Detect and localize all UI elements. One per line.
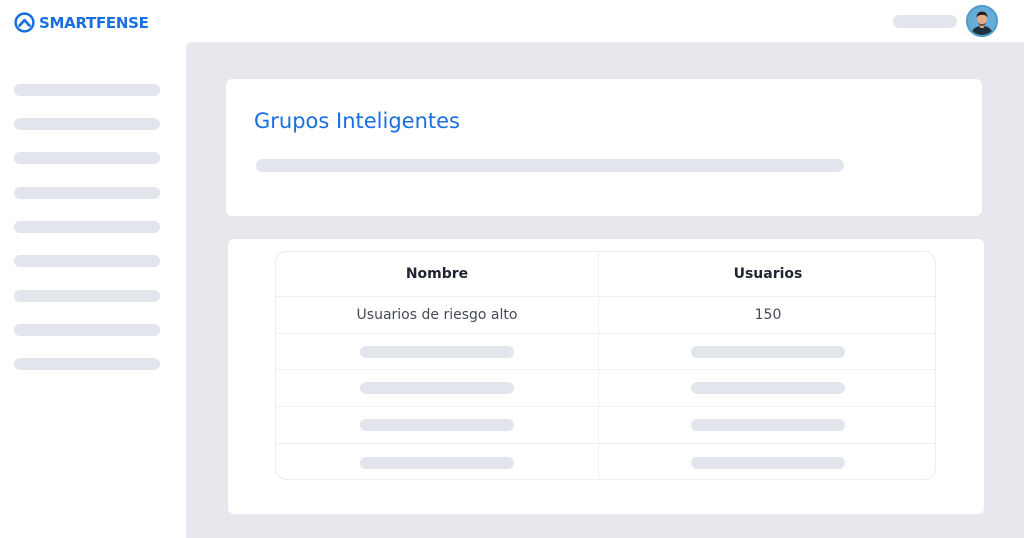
cell-placeholder <box>691 345 845 358</box>
group-name-cell[interactable]: Usuarios de riesgo alto <box>357 307 518 323</box>
sidebar-item-placeholder[interactable] <box>14 187 160 199</box>
cell-placeholder <box>360 382 514 394</box>
sidebar <box>0 42 186 538</box>
cell-placeholder <box>691 382 845 394</box>
table-row[interactable]: Usuarios de riesgo alto 150 <box>276 297 935 334</box>
title-card: Grupos Inteligentes <box>226 79 982 216</box>
description-placeholder <box>256 159 844 172</box>
sidebar-item-placeholder[interactable] <box>14 358 160 370</box>
table-row-placeholder <box>276 370 935 407</box>
brand-logo[interactable]: SMARTFENSE <box>14 12 149 33</box>
page-title: Grupos Inteligentes <box>254 109 460 133</box>
groups-table: Nombre Usuarios Usuarios de riesgo alto … <box>275 251 936 480</box>
sidebar-item-placeholder[interactable] <box>14 324 160 336</box>
sidebar-item-placeholder[interactable] <box>14 221 160 233</box>
cell-placeholder <box>360 456 514 469</box>
user-name-placeholder[interactable] <box>893 15 957 28</box>
column-header-nombre[interactable]: Nombre <box>406 266 468 282</box>
smartfense-logo-icon <box>14 12 35 33</box>
top-bar: SMARTFENSE <box>0 0 1024 42</box>
user-avatar[interactable] <box>966 5 998 37</box>
table-row-placeholder <box>276 444 935 479</box>
column-header-usuarios[interactable]: Usuarios <box>734 266 803 282</box>
cell-placeholder <box>360 419 514 431</box>
cell-placeholder <box>360 345 514 358</box>
cell-placeholder <box>691 456 845 469</box>
table-row-placeholder <box>276 407 935 444</box>
group-users-cell: 150 <box>754 307 782 323</box>
sidebar-item-placeholder[interactable] <box>14 255 160 267</box>
brand-name: SMARTFENSE <box>39 13 149 32</box>
avatar-icon <box>968 7 996 35</box>
table-header-row: Nombre Usuarios <box>276 252 935 297</box>
table-row-placeholder <box>276 334 935 370</box>
sidebar-item-placeholder[interactable] <box>14 152 160 164</box>
sidebar-item-placeholder[interactable] <box>14 290 160 302</box>
table-card: Nombre Usuarios Usuarios de riesgo alto … <box>228 239 984 514</box>
cell-placeholder <box>691 419 845 431</box>
sidebar-item-placeholder[interactable] <box>14 118 160 130</box>
sidebar-item-placeholder[interactable] <box>14 84 160 96</box>
